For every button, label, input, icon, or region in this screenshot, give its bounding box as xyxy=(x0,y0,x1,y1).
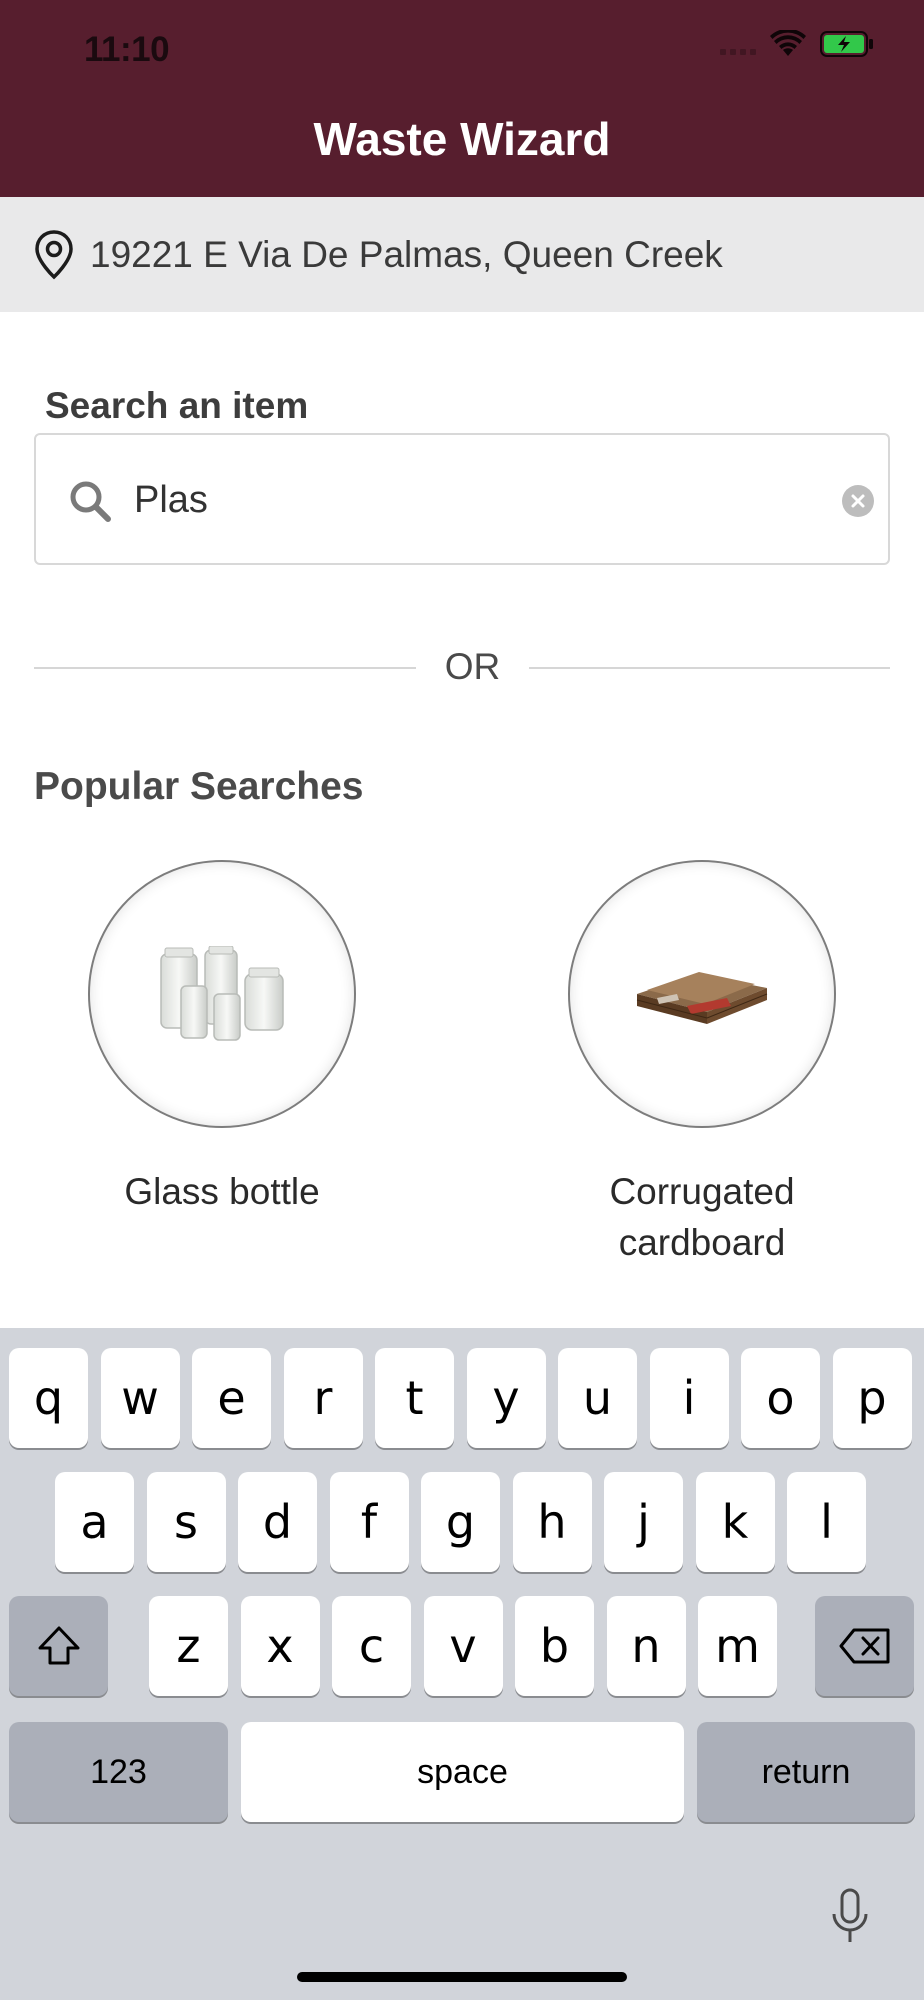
search-input[interactable] xyxy=(134,465,814,535)
cellular-signal-icon xyxy=(720,33,756,55)
key-q[interactable]: q xyxy=(9,1348,88,1448)
key-l[interactable]: l xyxy=(787,1472,866,1572)
key-m[interactable]: m xyxy=(698,1596,777,1696)
key-o[interactable]: o xyxy=(741,1348,820,1448)
shift-icon xyxy=(38,1626,79,1665)
key-s[interactable]: s xyxy=(146,1472,226,1572)
status-icons xyxy=(720,30,874,58)
shift-key[interactable] xyxy=(9,1596,108,1696)
search-box[interactable] xyxy=(34,433,890,565)
popular-item-corrugated-cardboard[interactable]: Corrugated cardboard xyxy=(532,860,872,1268)
key-k[interactable]: k xyxy=(695,1472,775,1572)
key-r[interactable]: r xyxy=(283,1348,363,1448)
key-p[interactable]: p xyxy=(832,1348,912,1448)
popular-item-glass-bottle[interactable]: Glass bottle xyxy=(52,860,392,1217)
key-d[interactable]: d xyxy=(238,1472,317,1572)
space-key[interactable]: space xyxy=(241,1722,684,1822)
key-i[interactable]: i xyxy=(649,1348,729,1448)
key-u[interactable]: u xyxy=(558,1348,637,1448)
search-icon xyxy=(70,481,111,522)
microphone-button[interactable] xyxy=(830,1888,870,1951)
search-label: Search an item xyxy=(45,385,309,426)
clear-search-icon[interactable] xyxy=(842,485,874,517)
key-c[interactable]: c xyxy=(332,1596,411,1696)
home-indicator xyxy=(297,1972,627,1982)
map-pin-icon xyxy=(35,229,73,279)
key-w[interactable]: w xyxy=(100,1348,180,1448)
battery-charging-icon xyxy=(820,31,873,57)
key-v[interactable]: v xyxy=(423,1596,503,1696)
status-time: 11:10 xyxy=(84,30,170,69)
popular-searches-title: Popular Searches xyxy=(34,765,364,808)
key-h[interactable]: h xyxy=(512,1472,592,1572)
key-z[interactable]: z xyxy=(149,1596,228,1696)
app-header: 11:10 Waste Wizard xyxy=(0,0,924,197)
wifi-icon xyxy=(770,30,806,56)
popular-item-image-circle xyxy=(88,860,356,1128)
key-t[interactable]: t xyxy=(375,1348,454,1448)
on-screen-keyboard: 123 space return qwertyuiop asdfghjkl zxcv… xyxy=(0,1328,924,2000)
popular-item-label: Glass bottle xyxy=(124,1171,320,1212)
key-y[interactable]: y xyxy=(466,1348,546,1448)
key-g[interactable]: g xyxy=(421,1472,500,1572)
glass-jars-image xyxy=(160,946,284,1041)
cardboard-image xyxy=(636,972,768,1024)
popular-item-label: Corrugated cardboard xyxy=(609,1171,795,1263)
or-text: OR xyxy=(444,646,501,687)
popular-item-image-circle xyxy=(568,860,836,1128)
key-b[interactable]: b xyxy=(515,1596,594,1696)
backspace-key[interactable] xyxy=(815,1596,914,1696)
key-f[interactable]: f xyxy=(329,1472,409,1572)
divider-line-right xyxy=(529,667,890,669)
microphone-icon xyxy=(832,1888,868,1942)
or-divider: OR xyxy=(34,640,890,696)
return-key[interactable]: return xyxy=(697,1722,915,1822)
backspace-icon xyxy=(839,1628,889,1664)
key-a[interactable]: a xyxy=(55,1472,134,1572)
key-n[interactable]: n xyxy=(606,1596,686,1696)
key-j[interactable]: j xyxy=(604,1472,683,1572)
key-e[interactable]: e xyxy=(192,1348,271,1448)
location-address: 19221 E Via De Palmas, Queen Creek xyxy=(90,233,723,275)
numbers-key[interactable]: 123 xyxy=(9,1722,228,1822)
key-x[interactable]: x xyxy=(240,1596,320,1696)
divider-line-left xyxy=(34,667,416,669)
app-title: Waste Wizard xyxy=(313,113,611,165)
location-bar[interactable]: 19221 E Via De Palmas, Queen Creek xyxy=(0,197,924,312)
